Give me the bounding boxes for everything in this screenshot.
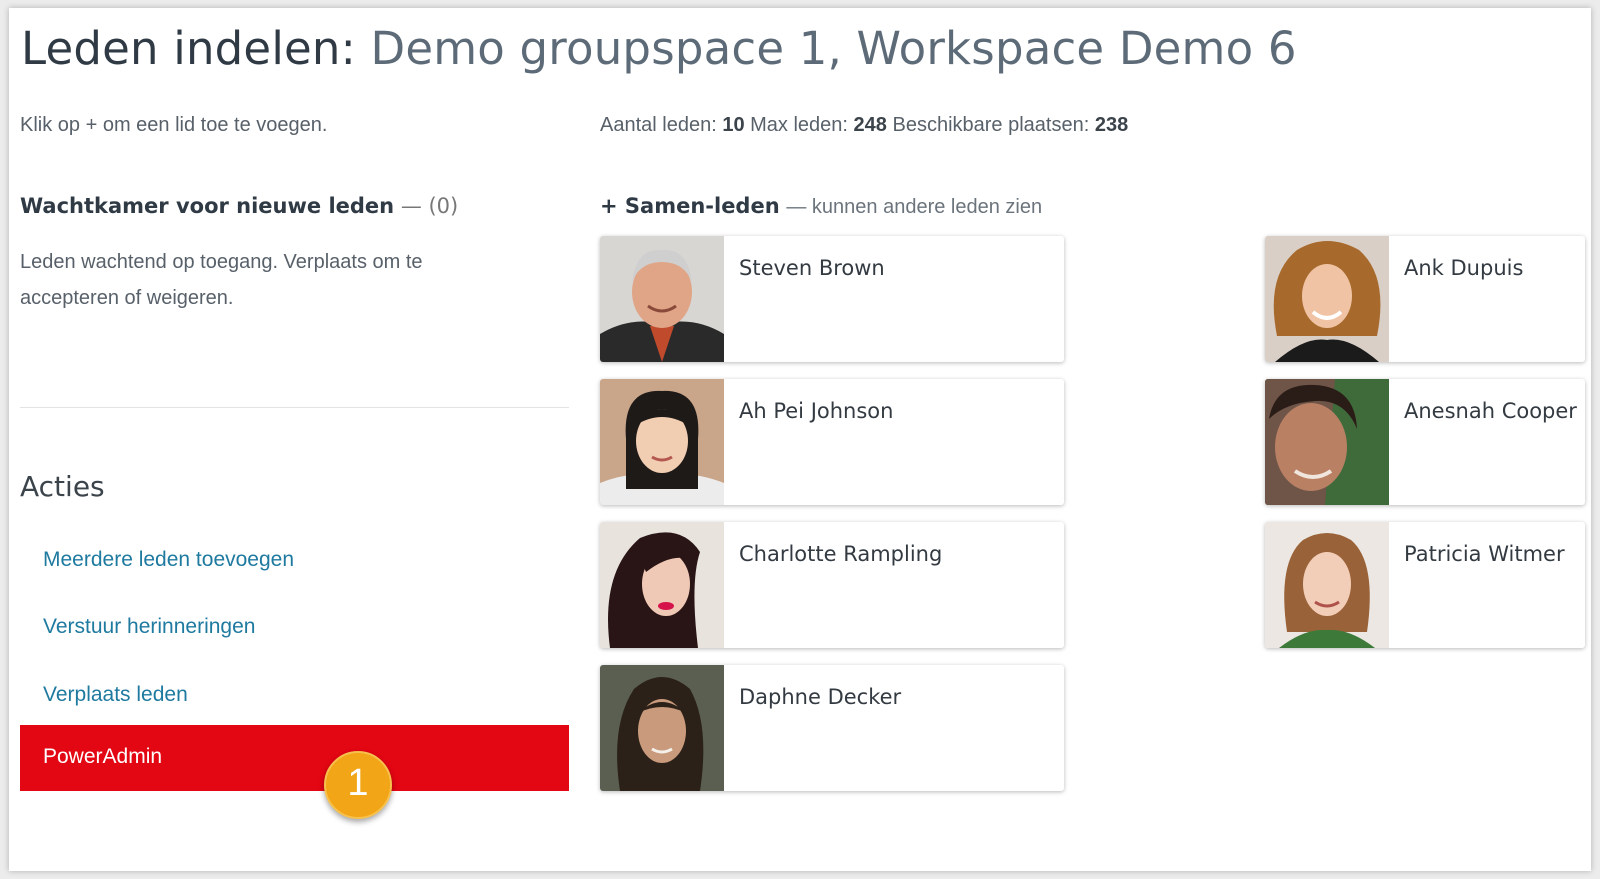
section-divider xyxy=(20,407,569,408)
page-title: Leden indelen: Demo groupspace 1, Worksp… xyxy=(21,22,1297,75)
group-title[interactable]: + Samen-leden xyxy=(600,194,780,218)
member-name: Patricia Witmer xyxy=(1404,542,1565,566)
power-admin-button[interactable]: PowerAdmin xyxy=(20,725,569,791)
member-card[interactable]: Ank Dupuis xyxy=(1265,236,1585,362)
avatar xyxy=(1265,522,1389,648)
step-badge: 1 xyxy=(324,751,392,819)
member-card[interactable]: Anesnah Cooper xyxy=(1265,379,1585,505)
app-frame: Leden indelen: Demo groupspace 1, Worksp… xyxy=(9,8,1591,871)
send-reminders-link[interactable]: Verstuur herinneringen xyxy=(43,615,255,639)
member-name: Daphne Decker xyxy=(739,685,902,709)
avatar xyxy=(1265,379,1389,505)
member-card[interactable]: Patricia Witmer xyxy=(1265,522,1585,648)
waiting-room-description: Leden wachtend op toegang. Verplaats om … xyxy=(20,251,423,309)
actions-title: Acties xyxy=(20,470,105,503)
waiting-room-heading: Wachtkamer voor nieuwe leden — (0) xyxy=(20,194,458,218)
move-members-link[interactable]: Verplaats leden xyxy=(43,683,188,707)
add-member-hint: Klik op + om een lid toe te voegen. xyxy=(20,114,328,136)
max-value: 248 xyxy=(853,114,887,136)
member-name: Charlotte Rampling xyxy=(739,542,943,566)
avatar xyxy=(600,236,724,362)
member-name: Ah Pei Johnson xyxy=(739,399,894,423)
member-card[interactable]: Ah Pei Johnson xyxy=(600,379,1064,505)
members-label: Aantal leden: xyxy=(600,114,717,136)
page-title-group: Demo groupspace 1, Workspace Demo 6 xyxy=(370,22,1297,75)
avatar xyxy=(600,665,724,791)
member-card[interactable]: Daphne Decker xyxy=(600,665,1064,791)
member-name: Steven Brown xyxy=(739,256,885,280)
group-note: — kunnen andere leden zien xyxy=(786,196,1043,218)
waiting-room-count: — (0) xyxy=(400,194,459,218)
member-stats: Aantal leden: 10 Max leden: 248 Beschikb… xyxy=(600,114,1128,137)
member-card[interactable]: Steven Brown xyxy=(600,236,1064,362)
add-multiple-members-link[interactable]: Meerdere leden toevoegen xyxy=(43,548,294,572)
available-label: Beschikbare plaatsen: xyxy=(892,114,1090,136)
member-name: Anesnah Cooper xyxy=(1404,399,1577,423)
avatar xyxy=(1265,236,1389,362)
step-badge-number: 1 xyxy=(347,762,369,804)
avatar xyxy=(600,379,724,505)
max-label: Max leden: xyxy=(750,114,848,136)
power-admin-label: PowerAdmin xyxy=(43,745,163,768)
group-heading: + Samen-leden — kunnen andere leden zien xyxy=(600,194,1042,219)
avatar xyxy=(600,522,724,648)
member-card[interactable]: Charlotte Rampling xyxy=(600,522,1064,648)
members-value: 10 xyxy=(722,114,745,136)
waiting-room-title: Wachtkamer voor nieuwe leden xyxy=(20,194,395,218)
page-title-prefix: Leden indelen: xyxy=(21,22,356,75)
available-value: 238 xyxy=(1094,114,1129,136)
member-name: Ank Dupuis xyxy=(1404,256,1524,280)
